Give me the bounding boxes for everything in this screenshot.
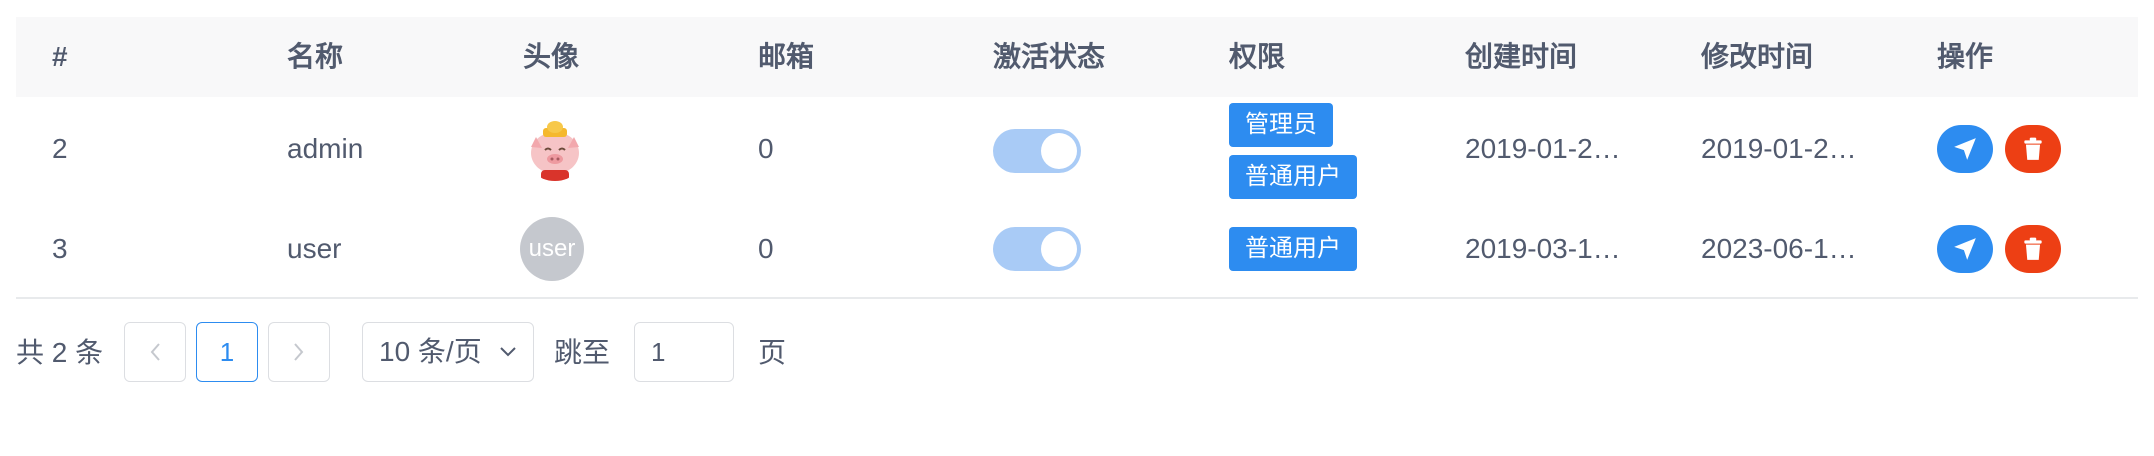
page-suffix: 页 — [758, 337, 787, 368]
row-created: 2019-01-2… — [1465, 133, 1621, 164]
pagination: 共 2 条 1 10 条/页 跳至 1 页 — [16, 322, 916, 384]
table-header: # 名称 头像 邮箱 激活状态 权限 创建时间 修改时间 操作 — [16, 17, 2138, 98]
row-name: user — [287, 233, 342, 264]
chevron-left-icon — [150, 343, 160, 361]
active-switch[interactable] — [993, 129, 1081, 173]
prev-page-button[interactable] — [124, 322, 186, 382]
delete-button[interactable] — [2005, 225, 2061, 273]
page-size-select[interactable]: 10 条/页 — [362, 322, 534, 382]
next-page-button[interactable] — [268, 322, 330, 382]
column-header-created[interactable]: 创建时间 — [1465, 17, 1577, 97]
send-arrow-icon — [1954, 138, 1976, 160]
switch-knob — [1041, 133, 1077, 169]
row-name: admin — [287, 133, 364, 164]
send-arrow-icon — [1954, 238, 1976, 260]
active-switch[interactable] — [993, 227, 1081, 271]
pagination-total: 共 2 条 — [16, 337, 104, 368]
page-item-current[interactable]: 1 — [196, 322, 258, 382]
column-header-email[interactable]: 邮箱 — [758, 17, 814, 97]
page-size-value: 10 条/页 — [379, 336, 482, 367]
role-tag-admin: 管理员 — [1229, 103, 1333, 147]
column-header-modified[interactable]: 修改时间 — [1701, 17, 1813, 97]
trash-icon — [2024, 237, 2042, 260]
column-header-id[interactable]: # — [52, 17, 68, 97]
row-modified: 2023-06-1… — [1701, 233, 1857, 264]
role-tag-user: 普通用户 — [1229, 227, 1357, 271]
column-header-active[interactable]: 激活状态 — [993, 17, 1105, 97]
column-header-avatar[interactable]: 头像 — [523, 17, 579, 97]
row-email: 0 — [758, 133, 774, 164]
text-avatar: user — [520, 217, 584, 281]
switch-knob — [1041, 231, 1077, 267]
row-created: 2019-03-1… — [1465, 233, 1621, 264]
jump-label: 跳至 — [554, 337, 611, 368]
role-tag-user: 普通用户 — [1229, 155, 1357, 199]
jump-page-input[interactable]: 1 — [634, 322, 734, 382]
delete-button[interactable] — [2005, 125, 2061, 173]
row-email: 0 — [758, 233, 774, 264]
row-modified: 2019-01-2… — [1701, 133, 1857, 164]
edit-button[interactable] — [1937, 125, 1993, 173]
edit-button[interactable] — [1937, 225, 1993, 273]
pig-avatar — [523, 117, 587, 181]
column-header-roles[interactable]: 权限 — [1229, 17, 1285, 97]
table-row: 2 admin 0 管理员 普通用户 2019-01-2… 2019-01-2… — [16, 97, 2138, 203]
chevron-down-icon — [499, 323, 517, 401]
table-row: 3 user user 0 普通用户 2019-03-1… 2023-06-1… — [16, 201, 2138, 299]
chevron-right-icon — [294, 343, 304, 361]
column-header-actions: 操作 — [1937, 41, 1994, 72]
row-id: 2 — [52, 133, 68, 164]
row-id: 3 — [52, 233, 68, 264]
trash-icon — [2024, 137, 2042, 160]
column-header-name[interactable]: 名称 — [287, 17, 343, 97]
